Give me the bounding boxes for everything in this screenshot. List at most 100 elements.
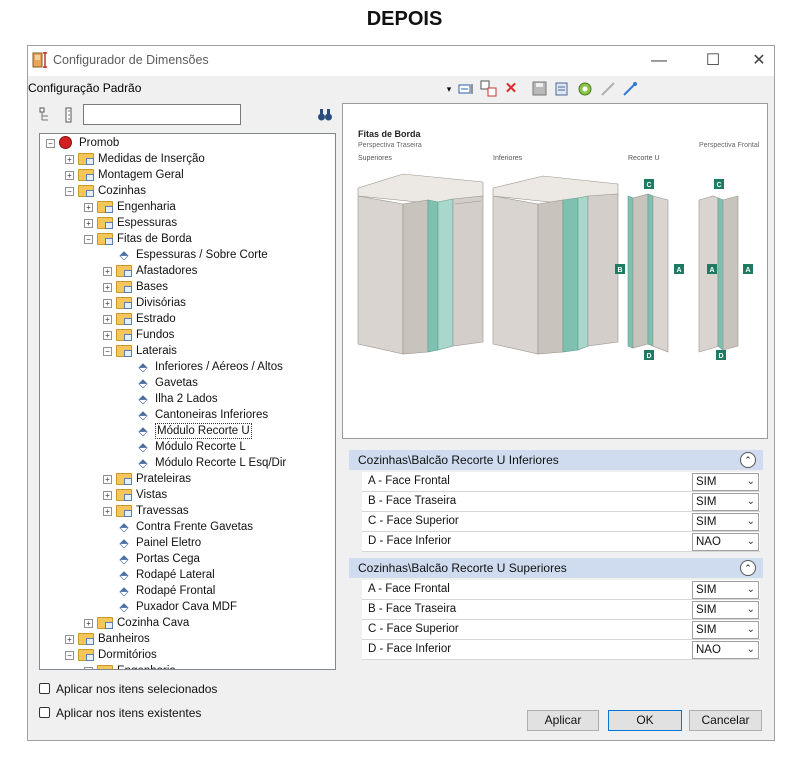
- disconnect-icon[interactable]: [600, 81, 616, 97]
- tree-item[interactable]: + Montagem Geral: [40, 167, 335, 183]
- tree-item[interactable]: + Banheiros: [40, 631, 335, 647]
- property-group-header[interactable]: Cozinhas\Balcão Recorte U Inferiores ⌃: [349, 450, 763, 470]
- tree-item[interactable]: − Cozinhas: [40, 183, 335, 199]
- property-value-select[interactable]: NAO ⌄: [692, 641, 759, 659]
- expand-node-icon[interactable]: +: [103, 491, 112, 500]
- expand-node-icon[interactable]: +: [65, 171, 74, 180]
- tree-item[interactable]: ⬘ Rodapé Lateral: [40, 567, 335, 583]
- cancel-button[interactable]: Cancelar: [689, 710, 762, 731]
- property-row: D - Face Inferior NAO ⌄: [362, 532, 760, 552]
- expand-node-icon[interactable]: +: [103, 331, 112, 340]
- recorte-u-back-drawing: [627, 193, 669, 353]
- tree-item[interactable]: + Divisórias: [40, 295, 335, 311]
- expand-node-icon[interactable]: +: [84, 203, 93, 212]
- property-value-select[interactable]: SIM ⌄: [692, 621, 759, 639]
- tree-item-label: Promob: [79, 137, 120, 149]
- tree-item-label: Gavetas: [155, 377, 198, 389]
- tree-item[interactable]: ⬘ Painel Eletro: [40, 535, 335, 551]
- tree-item[interactable]: + Prateleiras: [40, 471, 335, 487]
- tree-item[interactable]: + Vistas: [40, 487, 335, 503]
- expand-node-icon[interactable]: +: [84, 619, 93, 628]
- collapse-node-icon[interactable]: −: [46, 139, 55, 148]
- expand-node-icon[interactable]: +: [84, 219, 93, 228]
- apply-selected-checkbox[interactable]: [39, 683, 50, 694]
- apply-button[interactable]: Aplicar: [527, 710, 599, 731]
- apply-existing-checkbox[interactable]: [39, 707, 50, 718]
- tree-item[interactable]: ⬘ Módulo Recorte L: [40, 439, 335, 455]
- property-value-select[interactable]: SIM ⌄: [692, 473, 759, 491]
- tree-item[interactable]: + Engenharia: [40, 199, 335, 215]
- tree-item[interactable]: − Promob: [40, 135, 335, 151]
- tree-item[interactable]: + Travessas: [40, 503, 335, 519]
- expand-node-icon[interactable]: +: [65, 635, 74, 644]
- delete-icon[interactable]: ✕: [502, 80, 520, 98]
- config-dropdown-arrow-icon[interactable]: ▾: [440, 80, 458, 98]
- tree-search-input[interactable]: [83, 104, 241, 125]
- tree-item-label: Engenharia: [117, 663, 176, 669]
- expand-node-icon[interactable]: +: [65, 155, 74, 164]
- collapse-node-icon[interactable]: −: [103, 347, 112, 356]
- tree-item[interactable]: ⬘ Rodapé Frontal: [40, 583, 335, 599]
- edit-dimension-icon[interactable]: [458, 81, 474, 97]
- tree-item[interactable]: − Dormitórios: [40, 647, 335, 663]
- tree-item[interactable]: + Medidas de Inserção: [40, 151, 335, 167]
- tree-item[interactable]: − Laterais: [40, 343, 335, 359]
- tree-item[interactable]: ⬘ Módulo Recorte L Esq/Dir: [40, 455, 335, 471]
- settings-icon[interactable]: [576, 80, 594, 98]
- property-value-text: SIM: [696, 604, 717, 616]
- tree-item-label: Fitas de Borda: [117, 233, 192, 245]
- collapse-node-icon[interactable]: −: [84, 235, 93, 244]
- category-tree[interactable]: − Promob + Medidas de Inserção + Montagem Ger…: [39, 133, 336, 670]
- config-item-icon: ⬘: [138, 424, 148, 438]
- tree-item[interactable]: ⬘ Cantoneiras Inferiores: [40, 407, 335, 423]
- tree-item[interactable]: ⬘ Puxador Cava MDF: [40, 599, 335, 615]
- expand-node-icon[interactable]: +: [103, 315, 112, 324]
- tree-item-label: Montagem Geral: [98, 169, 184, 181]
- tree-item[interactable]: + Espessuras: [40, 215, 335, 231]
- tree-item[interactable]: ⬘ Módulo Recorte U: [40, 423, 335, 439]
- collapse-all-icon[interactable]: [62, 107, 78, 123]
- tree-item[interactable]: + Estrado: [40, 311, 335, 327]
- copy-icon[interactable]: [480, 80, 498, 98]
- collapse-node-icon[interactable]: −: [65, 651, 74, 660]
- property-group-header[interactable]: Cozinhas\Balcão Recorte U Superiores ⌃: [349, 558, 763, 578]
- properties-icon[interactable]: [554, 80, 572, 98]
- ok-button[interactable]: OK: [608, 710, 682, 731]
- minimize-button[interactable]: —: [636, 46, 682, 76]
- property-value-select[interactable]: SIM ⌄: [692, 601, 759, 619]
- tree-item[interactable]: ⬘ Ilha 2 Lados: [40, 391, 335, 407]
- property-name: A - Face Frontal: [368, 475, 450, 487]
- chevron-down-icon: ⌄: [746, 624, 755, 635]
- collapse-group-icon[interactable]: ⌃: [740, 452, 756, 468]
- tree-item[interactable]: ⬘ Inferiores / Aéreos / Altos: [40, 359, 335, 375]
- expand-node-icon[interactable]: +: [103, 507, 112, 516]
- tree-item[interactable]: ⬘ Contra Frente Gavetas: [40, 519, 335, 535]
- expand-node-icon[interactable]: +: [103, 475, 112, 484]
- expand-node-icon[interactable]: +: [103, 267, 112, 276]
- expand-node-icon[interactable]: +: [103, 299, 112, 308]
- tree-item[interactable]: ⬘ Gavetas: [40, 375, 335, 391]
- tree-item[interactable]: + Engenharia: [40, 663, 335, 669]
- expand-all-icon[interactable]: [39, 107, 55, 123]
- tree-item[interactable]: + Afastadores: [40, 263, 335, 279]
- tree-item[interactable]: + Fundos: [40, 327, 335, 343]
- tree-item[interactable]: ⬘ Espessuras / Sobre Corte: [40, 247, 335, 263]
- connect-icon[interactable]: [622, 81, 638, 97]
- collapse-group-icon[interactable]: ⌃: [740, 560, 756, 576]
- save-icon[interactable]: [532, 81, 548, 97]
- expand-node-icon[interactable]: +: [84, 667, 93, 669]
- collapse-node-icon[interactable]: −: [65, 187, 74, 196]
- tree-item[interactable]: ⬘ Portas Cega: [40, 551, 335, 567]
- property-value-select[interactable]: NAO ⌄: [692, 533, 759, 551]
- property-value-select[interactable]: SIM ⌄: [692, 581, 759, 599]
- tree-item[interactable]: − Fitas de Borda: [40, 231, 335, 247]
- tree-item[interactable]: + Cozinha Cava: [40, 615, 335, 631]
- maximize-button[interactable]: ☐: [690, 46, 736, 76]
- binoculars-icon[interactable]: [317, 107, 333, 123]
- config-label[interactable]: Configuração Padrão: [28, 81, 141, 95]
- property-value-select[interactable]: SIM ⌄: [692, 513, 759, 531]
- close-button[interactable]: ✕: [736, 46, 782, 76]
- expand-node-icon[interactable]: +: [103, 283, 112, 292]
- property-value-select[interactable]: SIM ⌄: [692, 493, 759, 511]
- tree-item[interactable]: + Bases: [40, 279, 335, 295]
